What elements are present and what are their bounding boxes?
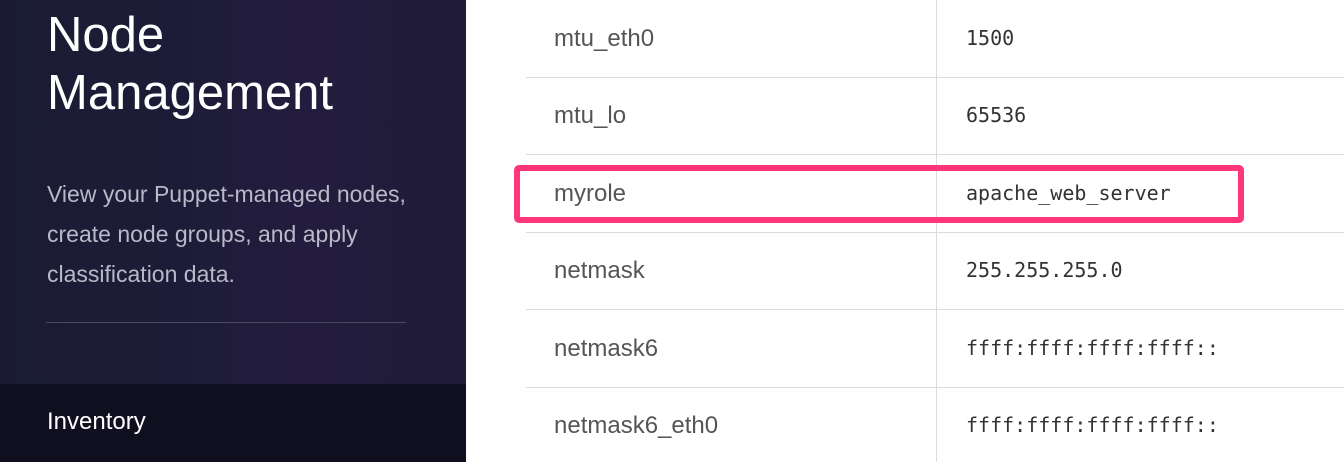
fact-value: ffff:ffff:ffff:ffff:: [966, 336, 1219, 360]
page-title: Node Management [47, 8, 334, 120]
table-row: netmask6_eth0 ffff:ffff:ffff:ffff:: [526, 387, 1344, 462]
sidebar-nav: Inventory [0, 384, 466, 462]
table-row: mtu_lo 65536 [526, 77, 1344, 155]
fact-value: 65536 [966, 103, 1027, 127]
page-description: View your Puppet-managed nodes, create n… [47, 181, 406, 287]
sidebar-divider [46, 322, 406, 323]
sidebar-item-inventory[interactable]: Inventory [47, 408, 146, 436]
node-management-page: Node Management View your Puppet-managed… [0, 0, 1344, 462]
fact-name: netmask6 [554, 335, 659, 362]
facts-table: mtu_eth0 1500 mtu_lo 65536 myrole apache… [526, 0, 1344, 462]
fact-value: ffff:ffff:ffff:ffff:: [966, 413, 1219, 437]
fact-name: netmask6_eth0 [554, 412, 719, 439]
table-row: myrole apache_web_server [526, 155, 1344, 233]
fact-name: mtu_eth0 [554, 25, 655, 52]
fact-value: 1500 [966, 26, 1015, 50]
table-row: netmask6 ffff:ffff:ffff:ffff:: [526, 310, 1344, 388]
sidebar: Node Management View your Puppet-managed… [0, 0, 466, 462]
fact-value: 255.255.255.0 [966, 258, 1123, 282]
table-row: netmask 255.255.255.0 [526, 232, 1344, 310]
fact-name: netmask [554, 257, 645, 284]
fact-name: mtu_lo [554, 102, 627, 129]
fact-name: myrole [554, 180, 627, 207]
fact-value: apache_web_server [966, 181, 1171, 205]
table-row: mtu_eth0 1500 [526, 0, 1344, 78]
